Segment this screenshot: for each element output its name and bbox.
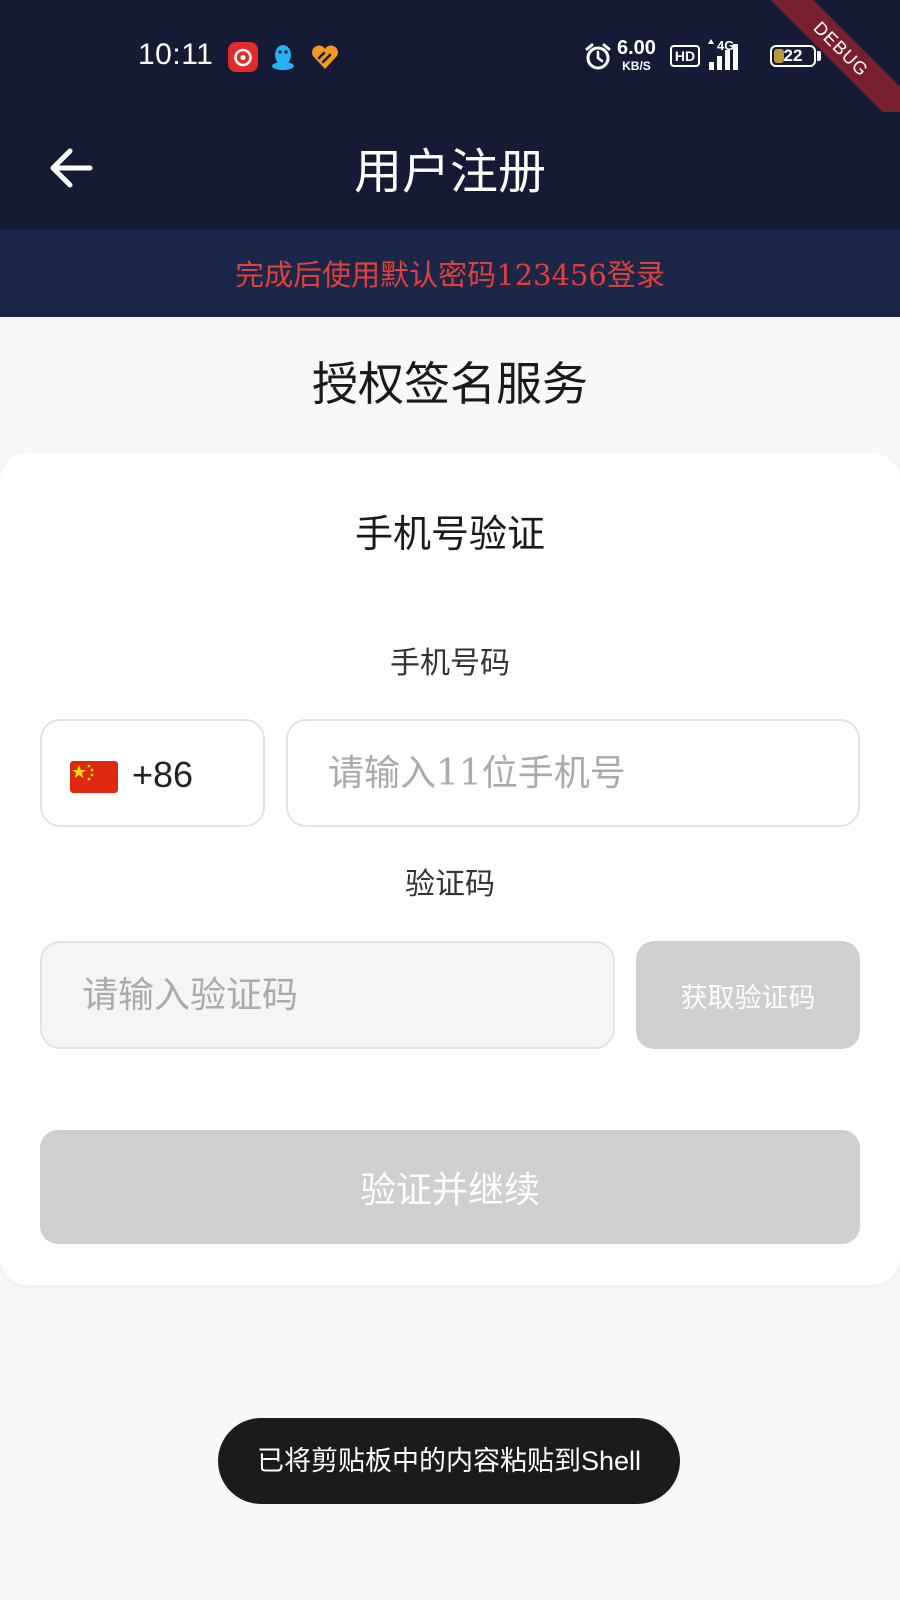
- app-bar: 用户注册: [0, 112, 900, 230]
- country-code: +86: [132, 754, 194, 795]
- alarm-icon: [585, 43, 611, 70]
- debug-banner: DEBUG: [770, 0, 900, 130]
- card-title: 手机号验证: [354, 512, 545, 556]
- notice-banner: 完成后使用默认密码123456登录: [0, 230, 900, 317]
- toast-message: 已将剪贴板中的内容粘贴到Shell: [218, 1418, 680, 1504]
- hd-badge: HD: [670, 45, 700, 67]
- qq-icon: [272, 45, 294, 70]
- network-speed: 6.00 KB/S: [617, 37, 656, 75]
- verification-code-field[interactable]: [40, 941, 615, 1049]
- code-label: 验证码: [405, 867, 495, 902]
- network-speed-unit: KB/S: [622, 59, 651, 73]
- status-time: 10:11: [138, 38, 214, 71]
- phone-field[interactable]: [286, 719, 860, 827]
- network-speed-value: 6.00: [617, 37, 656, 59]
- signal-4g-icon: 4G: [705, 38, 761, 72]
- debug-label: DEBUG: [770, 0, 900, 127]
- china-flag-icon: [70, 761, 118, 793]
- service-heading: 授权签名服务: [312, 357, 588, 411]
- phone-label: 手机号码: [390, 646, 510, 681]
- page-title: 用户注册: [353, 144, 546, 200]
- verify-continue-button[interactable]: 验证并继续: [40, 1130, 860, 1244]
- phone-verification-card: 手机号验证 手机号码 +86 验证码 获取验证码 验证并继续: [0, 453, 900, 1285]
- country-code-selector[interactable]: +86: [40, 719, 265, 827]
- get-code-button[interactable]: 获取验证码: [636, 941, 860, 1049]
- phone-input[interactable]: [328, 721, 838, 825]
- netease-music-icon: [228, 42, 258, 72]
- notice-banner-text: 完成后使用默认密码123456登录: [235, 258, 665, 292]
- verification-code-input[interactable]: [82, 943, 593, 1047]
- app-heart-icon: [312, 45, 338, 69]
- status-bar: 10:11 6.00 KB/S HD 4G 22 DEBUG: [0, 0, 900, 127]
